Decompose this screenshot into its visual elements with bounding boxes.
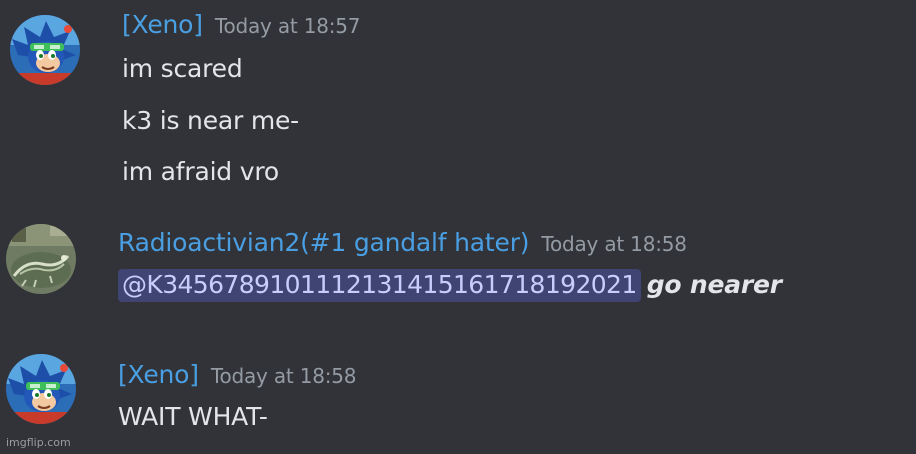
user-avatar[interactable] — [6, 224, 76, 294]
watermark: imgflip.com — [6, 436, 71, 449]
message-text: WAIT WHAT- — [118, 402, 268, 431]
message-header: [Xeno] Today at 18:58 — [118, 360, 357, 389]
message-text: @K3456789101112131415161718192021 go near… — [118, 269, 782, 302]
message-timestamp[interactable]: Today at 18:58 — [211, 364, 357, 388]
message-text: k3 is near me- — [122, 106, 299, 135]
emphasized-text: go nearer — [646, 270, 782, 299]
username[interactable]: [Xeno] — [122, 10, 203, 39]
message-header: [Xeno] Today at 18:57 — [122, 10, 361, 39]
message-timestamp[interactable]: Today at 18:57 — [215, 14, 361, 38]
user-avatar[interactable] — [6, 354, 76, 424]
message-header: Radioactivian2(#1 gandalf hater) Today at… — [118, 228, 687, 257]
username[interactable]: [Xeno] — [118, 360, 199, 389]
user-avatar[interactable] — [10, 15, 80, 85]
message-timestamp[interactable]: Today at 18:58 — [541, 232, 687, 256]
sonic-avatar-icon — [6, 354, 76, 424]
message-text: im afraid vro — [122, 157, 279, 186]
username[interactable]: Radioactivian2(#1 gandalf hater) — [118, 228, 530, 257]
lizard-avatar-icon — [6, 224, 76, 294]
message-text: im scared — [122, 54, 243, 83]
user-mention[interactable]: @K3456789101112131415161718192021 — [118, 269, 641, 302]
chat-log: [Xeno] Today at 18:57 im scared k3 is nea… — [0, 0, 916, 454]
sonic-avatar-icon — [10, 15, 80, 85]
